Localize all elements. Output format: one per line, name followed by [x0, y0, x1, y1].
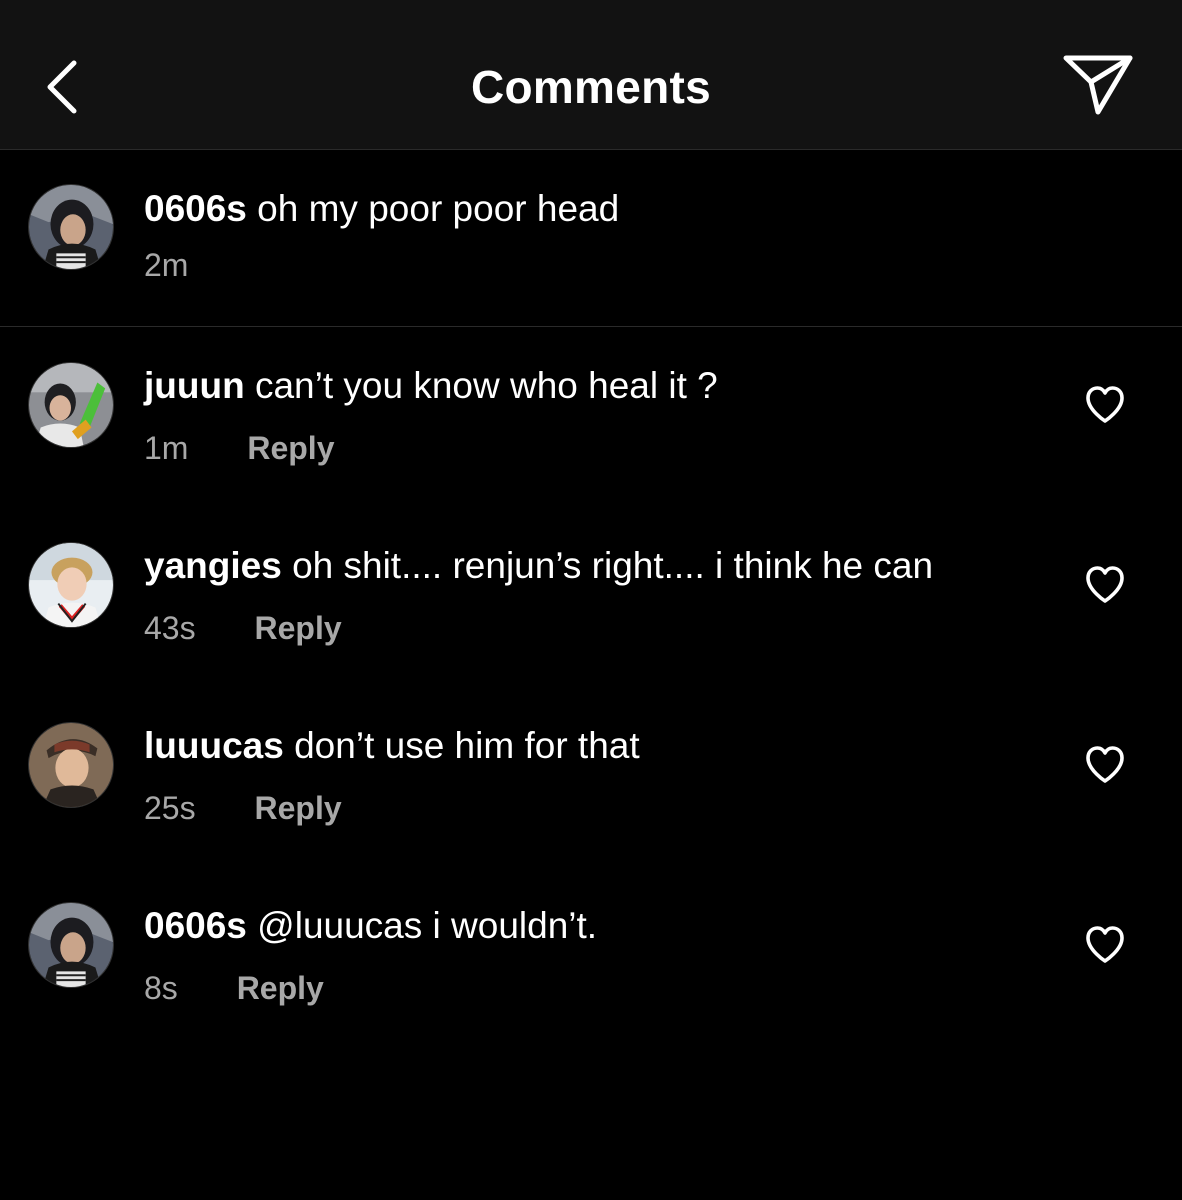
comment-text: yangies oh shit.... renjun’s right.... i…	[144, 544, 933, 588]
comment-body: can’t you know who heal it ?	[254, 365, 718, 406]
profile-photo	[29, 185, 113, 269]
share-button[interactable]	[1060, 52, 1136, 118]
comment-meta: 8s Reply	[144, 968, 324, 1008]
avatar[interactable]	[28, 722, 114, 808]
avatar[interactable]	[28, 542, 114, 628]
comment-meta: 25s Reply	[144, 788, 342, 828]
username[interactable]: luuucas	[144, 725, 284, 766]
profile-photo	[29, 363, 113, 447]
reply-button[interactable]: Reply	[254, 610, 341, 646]
header-bar: Comments	[0, 0, 1182, 150]
comment-body: @luuucas i wouldn’t.	[257, 905, 598, 946]
comment-meta: 1m Reply	[144, 428, 334, 468]
avatar[interactable]	[28, 362, 114, 448]
comment-text: juuun can’t you know who heal it ?	[144, 364, 718, 408]
comment-text: luuucas don’t use him for that	[144, 724, 640, 768]
profile-photo	[29, 723, 113, 807]
comment-body: don’t use him for that	[294, 725, 640, 766]
timestamp: 43s	[144, 610, 196, 646]
comment-item: 0606s @luuucas i wouldn’t. 8s Reply	[0, 880, 1182, 1030]
heart-outline-icon[interactable]	[1084, 925, 1126, 965]
reply-button[interactable]: Reply	[247, 430, 334, 466]
reply-button[interactable]: Reply	[254, 790, 341, 826]
username[interactable]: 0606s	[144, 188, 247, 229]
caption-meta: 2m	[144, 245, 188, 285]
heart-outline-icon[interactable]	[1084, 565, 1126, 605]
timestamp: 1m	[144, 430, 189, 466]
post-caption: 0606s oh my poor poor head 2m	[0, 151, 1182, 327]
comment-meta: 43s Reply	[144, 608, 342, 648]
page-title: Comments	[470, 61, 712, 113]
caption-body: oh my poor poor head	[257, 188, 620, 229]
comment-text: 0606s @luuucas i wouldn’t.	[144, 904, 597, 948]
username[interactable]: 0606s	[144, 905, 247, 946]
comment-body: oh shit.... renjun’s right.... i think h…	[292, 545, 934, 586]
paper-plane-icon	[1063, 55, 1133, 115]
timestamp: 25s	[144, 790, 196, 826]
timestamp: 2m	[144, 247, 189, 283]
username[interactable]: yangies	[144, 545, 282, 586]
profile-photo	[29, 543, 113, 627]
avatar[interactable]	[28, 902, 114, 988]
heart-outline-icon[interactable]	[1084, 385, 1126, 425]
avatar[interactable]	[28, 184, 114, 270]
profile-photo	[29, 903, 113, 987]
heart-outline-icon[interactable]	[1084, 745, 1126, 785]
username[interactable]: juuun	[144, 365, 245, 406]
reply-button[interactable]: Reply	[237, 970, 324, 1006]
caption-text: 0606s oh my poor poor head	[144, 187, 619, 231]
comment-item: luuucas don’t use him for that 25s Reply	[0, 700, 1182, 850]
timestamp: 8s	[144, 970, 178, 1006]
comment-item: yangies oh shit.... renjun’s right.... i…	[0, 520, 1182, 670]
comment-item: juuun can’t you know who heal it ? 1m Re…	[0, 340, 1182, 490]
